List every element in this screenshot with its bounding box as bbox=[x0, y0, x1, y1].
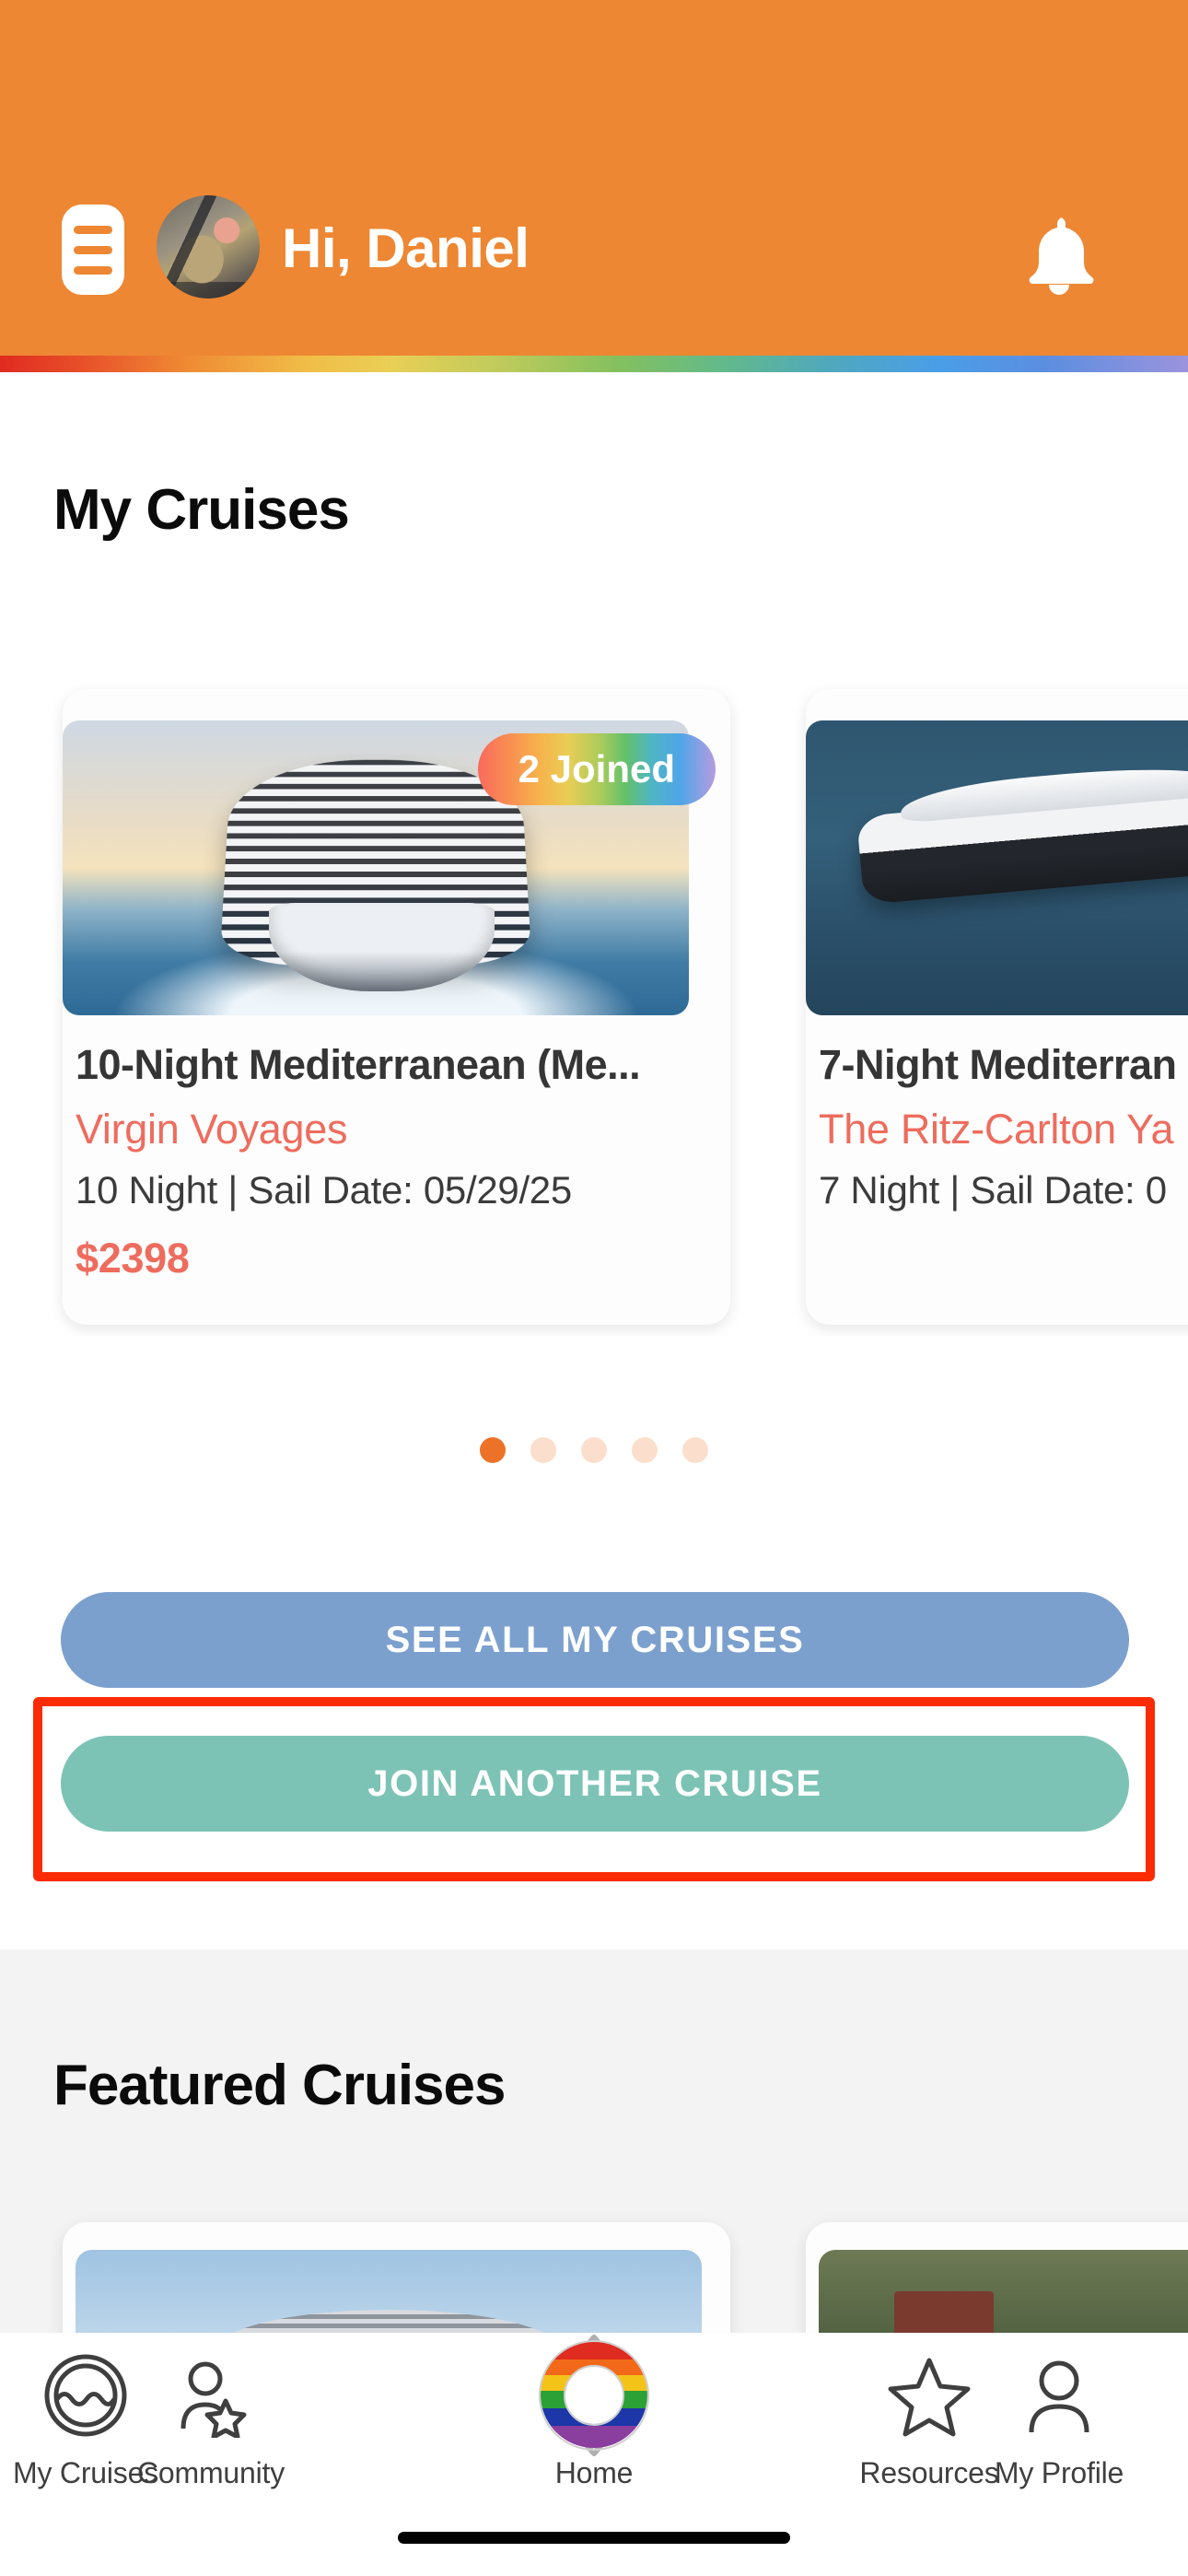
carousel-pagination[interactable] bbox=[0, 1437, 1188, 1463]
cruise-photo bbox=[806, 720, 1188, 1015]
avatar[interactable] bbox=[157, 195, 260, 299]
cruise-meta: 7 Night | Sail Date: 0 bbox=[819, 1168, 1167, 1212]
menu-bar-3 bbox=[74, 265, 112, 275]
person-star-icon bbox=[169, 2348, 253, 2443]
app-header: Hi, Daniel bbox=[0, 0, 1188, 356]
cruise-title: 10-Night Mediterranean (Me... bbox=[76, 1041, 641, 1088]
carousel-dot-4[interactable] bbox=[632, 1437, 658, 1463]
home-indicator bbox=[398, 2532, 790, 2544]
carousel-dot-3[interactable] bbox=[581, 1437, 607, 1463]
carousel-dot-1[interactable] bbox=[480, 1437, 506, 1463]
nav-item-home[interactable]: Home bbox=[475, 2335, 713, 2523]
nav-item-my-profile[interactable]: My Profile bbox=[940, 2348, 1178, 2523]
greeting-text: Hi, Daniel bbox=[282, 217, 530, 279]
page-title: My Cruises bbox=[53, 478, 350, 542]
person-icon bbox=[1017, 2348, 1101, 2443]
cruise-title: 7-Night Mediterran bbox=[819, 1041, 1177, 1088]
featured-section-title: Featured Cruises bbox=[53, 2054, 507, 2117]
cruise-meta: 10 Night | Sail Date: 05/29/25 bbox=[76, 1168, 572, 1212]
notification-bell-icon[interactable] bbox=[1018, 210, 1101, 297]
carousel-dot-2[interactable] bbox=[530, 1437, 556, 1463]
join-another-cruise-button[interactable]: JOIN ANOTHER CRUISE bbox=[61, 1736, 1129, 1832]
nav-label: Home bbox=[554, 2456, 634, 2489]
rainbow-divider bbox=[0, 356, 1188, 372]
see-all-my-cruises-button[interactable]: SEE ALL MY CRUISES bbox=[61, 1592, 1129, 1688]
my-cruises-carousel[interactable]: 2 Joined 10-Night Mediterranean (Me... V… bbox=[0, 682, 1188, 1336]
joined-badge: 2 Joined bbox=[477, 733, 716, 805]
nav-label: My Profile bbox=[994, 2456, 1124, 2489]
nav-label: Community bbox=[136, 2456, 285, 2489]
cruise-line-name: The Ritz-Carlton Ya bbox=[819, 1106, 1174, 1153]
menu-bar-2 bbox=[74, 245, 112, 254]
carousel-dot-5[interactable] bbox=[682, 1437, 708, 1463]
cruise-card[interactable]: 2 Joined 10-Night Mediterranean (Me... V… bbox=[63, 689, 730, 1325]
nav-item-community[interactable]: Community bbox=[92, 2348, 330, 2523]
cruise-line-name: Virgin Voyages bbox=[76, 1106, 348, 1153]
cruise-card[interactable]: 7-Night Mediterran The Ritz-Carlton Ya 7… bbox=[806, 689, 1188, 1325]
cruise-price: $2398 bbox=[76, 1235, 190, 1282]
menu-bar-1 bbox=[74, 225, 112, 234]
rainbow-life-ring-icon bbox=[533, 2335, 655, 2456]
hamburger-menu-icon[interactable] bbox=[62, 205, 124, 295]
